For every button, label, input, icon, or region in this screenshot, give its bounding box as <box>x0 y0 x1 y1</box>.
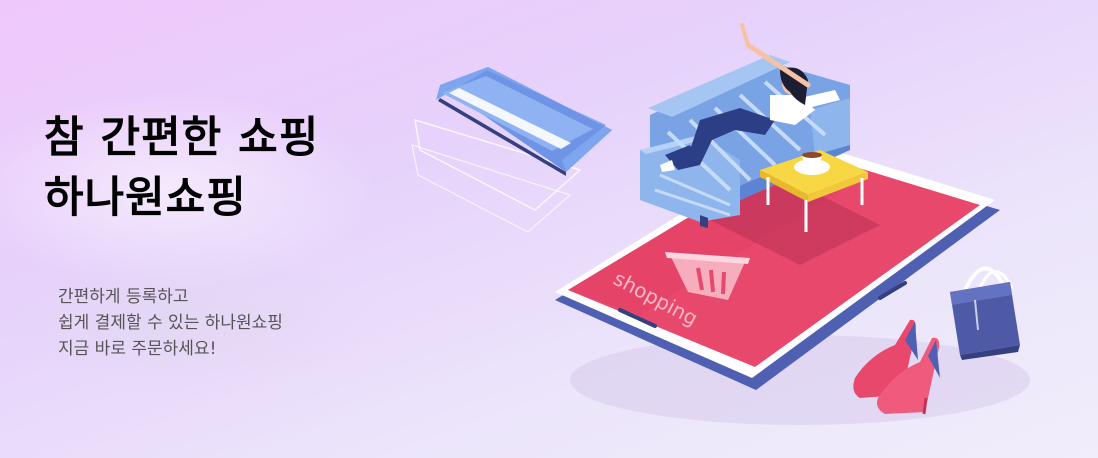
online-shopping-illustration: shopping <box>411 23 1030 425</box>
promo-banner[interactable]: 참 간편한 쇼핑 하나원쇼핑 간편하게 등록하고 쉽게 결제할 수 있는 하나원… <box>0 0 1098 458</box>
credit-card <box>411 67 612 233</box>
handbag <box>950 266 1020 360</box>
